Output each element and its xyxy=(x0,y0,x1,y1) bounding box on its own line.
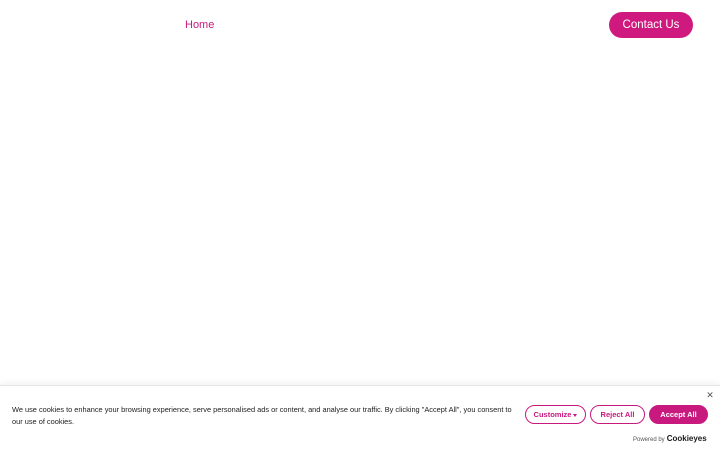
customize-label: Customize xyxy=(533,410,572,419)
reject-all-button[interactable]: Reject All xyxy=(590,405,645,424)
powered-by-text: Powered by xyxy=(633,437,665,443)
close-icon[interactable]: ✕ xyxy=(704,389,716,401)
page: Home Contact Us ✕ We use cookies to enha… xyxy=(0,0,720,450)
contact-us-button[interactable]: Contact Us xyxy=(609,12,693,38)
powered-by: Powered by Cookieyes xyxy=(633,434,707,445)
nav-home-link[interactable]: Home xyxy=(185,18,214,32)
cookie-message: We use cookies to enhance your browsing … xyxy=(12,405,512,426)
cookie-consent-banner: ✕ We use cookies to enhance your browsin… xyxy=(0,385,720,450)
customize-button[interactable]: Customize xyxy=(525,405,586,424)
accept-all-button[interactable]: Accept All xyxy=(649,405,708,424)
cookieyes-logo[interactable]: Cookieyes xyxy=(667,434,707,443)
caret-down-icon xyxy=(573,413,578,417)
